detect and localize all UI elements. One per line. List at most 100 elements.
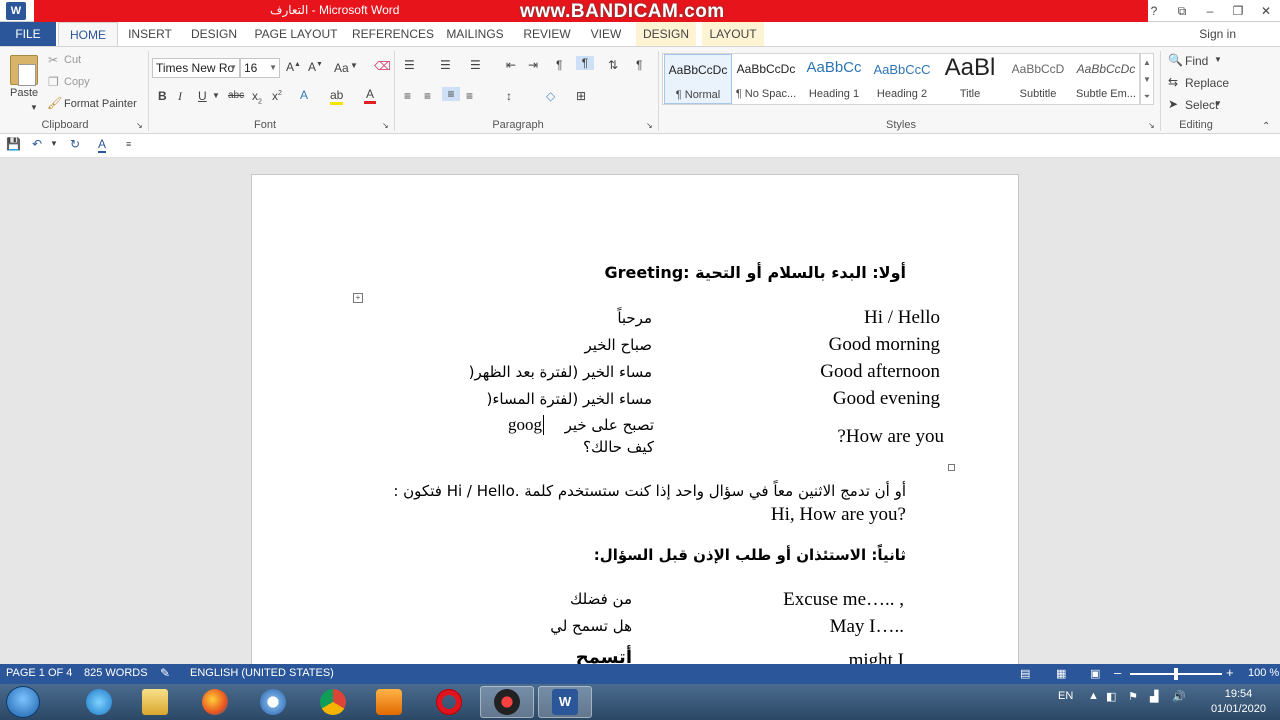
show-hidden-icons-icon[interactable]: ▲	[1088, 690, 1099, 702]
undo-icon[interactable]: ↶	[32, 137, 42, 151]
volume-icon[interactable]: 🔊	[1172, 690, 1186, 703]
numbering-icon[interactable]: ☰	[440, 58, 451, 72]
internet-explorer-icon[interactable]	[72, 686, 126, 718]
shading-icon[interactable]: ◇	[546, 89, 555, 103]
style-normal[interactable]: AaBbCcDc ¶ Normal	[664, 54, 732, 104]
chevron-down-icon[interactable]: ▼	[212, 91, 220, 100]
font-color-qat-icon[interactable]: A	[98, 137, 107, 153]
cut-button[interactable]: Cut	[64, 54, 81, 66]
chevron-down-icon[interactable]: ▼	[1214, 55, 1222, 64]
style-title[interactable]: AaBl Title	[936, 54, 1004, 104]
language-indicator[interactable]: ENGLISH (UNITED STATES)	[190, 667, 334, 679]
styles-launcher-icon[interactable]: ↘	[1148, 121, 1155, 130]
font-launcher-icon[interactable]: ↘	[382, 121, 389, 130]
chevron-down-icon[interactable]: ▼	[1214, 99, 1222, 108]
tab-design[interactable]: DESIGN	[186, 22, 242, 46]
find-button[interactable]: Find	[1185, 54, 1208, 68]
chevron-down-icon[interactable]: ▼	[50, 139, 58, 148]
media-player-icon[interactable]	[362, 686, 416, 718]
style-subtitle[interactable]: AaBbCcD Subtitle	[1004, 54, 1072, 104]
format-painter-button[interactable]: Format Painter	[64, 98, 137, 110]
clear-formatting-icon[interactable]: ⌫	[374, 59, 391, 73]
customize-qat-icon[interactable]: ≡	[126, 139, 131, 149]
chevron-up-icon[interactable]: ▲	[1141, 54, 1153, 71]
save-icon[interactable]: 💾	[6, 137, 21, 151]
help-button[interactable]: ?	[1140, 0, 1168, 22]
document-area[interactable]: أولا: البدء بالسلام أو التحية :Greeting …	[0, 158, 1280, 664]
close-button[interactable]: ✕	[1252, 0, 1280, 22]
print-layout-icon[interactable]: ▦	[1056, 667, 1066, 680]
zoom-level[interactable]: 100 %	[1248, 667, 1279, 679]
shrink-font-icon[interactable]: A▼	[308, 60, 323, 74]
word-taskbar-icon[interactable]: W	[538, 686, 592, 718]
borders-icon[interactable]: ⊞	[576, 89, 586, 103]
underline-icon[interactable]: U	[198, 89, 207, 103]
clipboard-launcher-icon[interactable]: ↘	[136, 121, 143, 130]
tab-review[interactable]: REVIEW	[518, 22, 576, 46]
styles-gallery-scroll[interactable]: ▲ ▼ ⏷	[1140, 53, 1154, 105]
opera-icon[interactable]	[422, 686, 476, 718]
network-icon[interactable]: ▟	[1150, 690, 1158, 703]
tab-table-design[interactable]: DESIGN	[636, 22, 696, 46]
document-page[interactable]: أولا: البدء بالسلام أو التحية :Greeting …	[251, 174, 1019, 664]
align-right-icon[interactable]: ≡	[442, 87, 460, 101]
justify-icon[interactable]: ≡	[466, 89, 473, 103]
italic-icon[interactable]: I	[178, 89, 182, 104]
proofing-icon[interactable]: ✎	[160, 666, 170, 680]
web-layout-icon[interactable]: ▣	[1090, 667, 1100, 680]
zoom-slider-thumb[interactable]	[1174, 668, 1178, 680]
word-app-icon[interactable]: W	[6, 2, 26, 20]
paste-dropdown-arrow-icon[interactable]: ▼	[30, 103, 38, 112]
tab-mailings[interactable]: MAILINGS	[442, 22, 508, 46]
font-color-icon[interactable]: A	[364, 87, 376, 104]
style-heading-2[interactable]: AaBbCcC Heading 2	[868, 54, 936, 104]
clock[interactable]: 19:54 01/01/2020	[1211, 687, 1266, 717]
change-case-button[interactable]: Aa	[334, 61, 349, 75]
tab-file[interactable]: FILE	[0, 22, 56, 46]
right-to-left-icon[interactable]: ¶	[576, 56, 594, 70]
read-mode-icon[interactable]: ▤	[1020, 667, 1030, 680]
subscript-icon[interactable]: x2	[252, 89, 262, 105]
restore-button[interactable]: ❐	[1224, 0, 1252, 22]
zoom-out-icon[interactable]: –	[1114, 665, 1121, 680]
increase-indent-icon[interactable]: ⇥	[528, 58, 538, 72]
chrome-icon[interactable]	[306, 686, 360, 718]
style-subtle-emphasis[interactable]: AaBbCcDc Subtle Em...	[1072, 54, 1140, 104]
page-count[interactable]: PAGE 1 OF 4	[6, 667, 72, 679]
align-center-icon[interactable]: ≡	[424, 89, 431, 103]
typed-text-cursor[interactable]: goog	[508, 415, 544, 435]
multilevel-list-icon[interactable]: ☰	[470, 58, 481, 72]
copy-button[interactable]: Copy	[64, 76, 90, 88]
word-count[interactable]: 825 WORDS	[84, 667, 148, 679]
decrease-indent-icon[interactable]: ⇤	[506, 58, 516, 72]
table-move-handle-icon[interactable]: +	[353, 293, 363, 303]
tab-table-layout[interactable]: LAYOUT	[702, 22, 764, 46]
bold-icon[interactable]: B	[158, 89, 167, 103]
line-spacing-icon[interactable]: ↕	[506, 89, 512, 103]
file-explorer-icon[interactable]	[128, 686, 182, 718]
sort-icon[interactable]: ⇅	[608, 58, 618, 72]
zoom-in-icon[interactable]: +	[1226, 665, 1234, 680]
collapse-ribbon-icon[interactable]: ⌃	[1262, 121, 1270, 132]
sign-in-link[interactable]: Sign in	[1199, 22, 1236, 46]
strikethrough-icon[interactable]: abc	[228, 90, 244, 101]
style-heading-1[interactable]: AaBbCc Heading 1	[800, 54, 868, 104]
chevron-down-icon[interactable]: ▼	[350, 61, 358, 70]
tab-view[interactable]: VIEW	[584, 22, 628, 46]
opera-browser-icon[interactable]	[246, 686, 300, 718]
tab-references[interactable]: REFERENCES	[352, 22, 434, 46]
paragraph-launcher-icon[interactable]: ↘	[646, 121, 653, 130]
minimize-button[interactable]: –	[1196, 0, 1224, 22]
grow-font-icon[interactable]: A▲	[286, 60, 301, 74]
tab-page-layout[interactable]: PAGE LAYOUT	[252, 22, 340, 46]
tray-app-icon[interactable]: ◧	[1106, 690, 1116, 703]
font-size-combo[interactable]: 16 ▼	[240, 58, 280, 78]
ribbon-display-button[interactable]: ⧉	[1168, 0, 1196, 22]
firefox-icon[interactable]	[188, 686, 242, 718]
flag-icon[interactable]: ⚑	[1128, 690, 1138, 703]
tab-insert[interactable]: INSERT	[122, 22, 178, 46]
tab-home[interactable]: HOME	[58, 22, 118, 46]
align-left-icon[interactable]: ≡	[404, 89, 411, 103]
more-icon[interactable]: ⏷	[1141, 88, 1153, 105]
repeat-icon[interactable]: ↻	[70, 137, 80, 151]
